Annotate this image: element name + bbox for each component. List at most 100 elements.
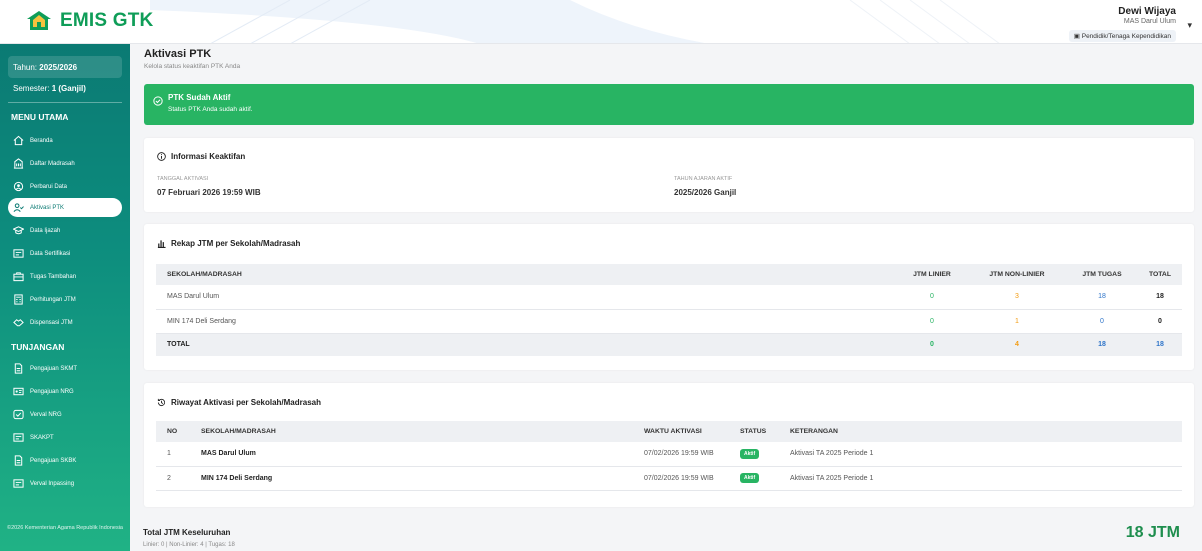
certificate-icon [13, 479, 24, 488]
cell-linier: 0 [895, 285, 968, 310]
col-time: WAKTU AKTIVASI [633, 421, 729, 442]
cell-total: 0 [1137, 309, 1182, 334]
sidebar-item-skakpt[interactable]: SKAKPT [8, 428, 122, 447]
col-note: KETERANGAN [779, 421, 1182, 442]
summary-total-value: 18 JTM [1125, 524, 1180, 541]
user-menu[interactable]: Dewi Wijaya MAS Darul Ulum ▣ Pendidik/Te… [1068, 6, 1192, 43]
info-title-text: Informasi Keaktifan [171, 152, 246, 161]
app-logo[interactable]: EMIS GTK [26, 10, 153, 32]
header-decoration [150, 0, 1000, 43]
cell-time: 07/02/2026 19:59 WIB [633, 466, 729, 491]
semester: Semester: 1 (Ganjil) [8, 80, 122, 100]
riwayat-card-title: Riwayat Aktivasi per Sekolah/Madrasah [157, 398, 321, 407]
cell-non-linier: 1 [967, 309, 1066, 334]
academic-year: Tahun: 2025/2026 [8, 56, 122, 78]
alert-description: Status PTK Anda sudah aktif. [168, 106, 253, 113]
sidebar-item-label: Perhitungan JTM [30, 296, 76, 303]
rekap-card: Rekap JTM per Sekolah/Madrasah SEKOLAH/M… [144, 224, 1194, 370]
year-label: Tahun: [13, 63, 38, 72]
col-status: STATUS [729, 421, 779, 442]
document-icon [14, 455, 23, 466]
cell-school: MAS Darul Ulum [156, 285, 896, 310]
sidebar-item-aktivasi-ptk[interactable]: Aktivasi PTK [8, 198, 122, 217]
check-circle-icon [153, 96, 163, 106]
calculator-icon [14, 294, 23, 305]
cell-status: Aktif [729, 466, 779, 491]
table-header-row: NO SEKOLAH/MADRASAH WAKTU AKTIVASI STATU… [156, 421, 1182, 442]
status-badge: Aktif [740, 473, 760, 483]
sidebar-item-data-sertifikasi[interactable]: Data Sertifikasi [8, 244, 122, 263]
sidebar-item-label: Pengajuan NRG [30, 388, 74, 395]
academic-year-value: 2025/2026 Ganjil [674, 188, 737, 197]
sidebar-item-label: Pengajuan SKMT [30, 365, 78, 372]
table-row: 2 MIN 174 Deli Serdang 07/02/2026 19:59 … [156, 466, 1182, 491]
sidebar-item-data-ijazah[interactable]: Data Ijazah [8, 221, 122, 240]
total-tugas: 18 [1065, 333, 1138, 356]
col-school: SEKOLAH/MADRASAH [156, 264, 896, 285]
sidebar-item-label: Data Sertifikasi [30, 250, 71, 257]
sidebar-item-label: Pengajuan SKBK [30, 457, 77, 464]
rekap-card-title: Rekap JTM per Sekolah/Madrasah [157, 239, 300, 248]
graduation-cap-icon [13, 226, 24, 235]
id-card-icon [13, 387, 24, 396]
page-title: Aktivasi PTK [144, 48, 212, 60]
total-total: 18 [1137, 333, 1182, 356]
sidebar-item-pengajuan-skmt[interactable]: Pengajuan SKMT [8, 359, 122, 378]
sidebar-item-dispensasi-jtm[interactable]: Dispensasi JTM [8, 313, 122, 332]
sidebar-item-label: Verval NRG [30, 411, 62, 418]
sidebar: Tahun: 2025/2026 Semester: 1 (Ganjil) ME… [0, 44, 130, 551]
summary-title: Total JTM Keseluruhan [143, 528, 231, 537]
document-icon [14, 363, 23, 374]
user-role-badge: ▣ Pendidik/Tenaga Kependidikan [1068, 30, 1176, 42]
status-badge: Aktif [740, 448, 760, 459]
sidebar-item-perbarui-data[interactable]: Perbarui Data [8, 177, 122, 196]
academic-year-label: TAHUN AJARAN AKTIF [674, 176, 733, 182]
chevron-down-icon[interactable]: ▾ [1187, 20, 1192, 31]
handshake-icon [13, 319, 24, 327]
table-row: 1 MAS Darul Ulum 07/02/2026 19:59 WIB Ak… [156, 442, 1182, 467]
rekap-title-text: Rekap JTM per Sekolah/Madrasah [171, 239, 301, 248]
cell-school: MAS Darul Ulum [190, 442, 633, 467]
total-non-linier: 4 [967, 333, 1066, 356]
col-no: NO [156, 421, 190, 442]
user-gear-icon [13, 181, 24, 192]
sidebar-item-beranda[interactable]: Beranda [8, 131, 122, 150]
rekap-table: SEKOLAH/MADRASAH JTM LINIER JTM NON-LINI… [156, 264, 1182, 356]
sidebar-item-label: Aktivasi PTK [30, 204, 65, 211]
col-jtm-non-linier: JTM NON-LINIER [967, 264, 1066, 285]
semester-value: 1 (Ganjil) [51, 84, 86, 93]
building-icon [13, 158, 24, 169]
table-row: MIN 174 Deli Serdang 0 1 0 0 [156, 309, 1182, 334]
sidebar-item-verval-nrg[interactable]: Verval NRG [8, 405, 122, 424]
riwayat-card: Riwayat Aktivasi per Sekolah/Madrasah NO… [144, 383, 1194, 507]
sidebar-item-perhitungan-jtm[interactable]: Perhitungan JTM [8, 290, 122, 309]
riwayat-title-text: Riwayat Aktivasi per Sekolah/Madrasah [171, 398, 321, 407]
table-row: MAS Darul Ulum 0 3 18 18 [156, 285, 1182, 310]
sidebar-item-pengajuan-nrg[interactable]: Pengajuan NRG [8, 382, 122, 401]
cell-non-linier: 3 [967, 285, 1066, 310]
sidebar-footer: ©2026 Kementerian Agama Republik Indones… [7, 525, 123, 531]
cell-tugas: 18 [1065, 285, 1138, 310]
cell-school: MIN 174 Deli Serdang [156, 309, 896, 334]
certificate-icon [13, 433, 24, 442]
col-school: SEKOLAH/MADRASAH [190, 421, 633, 442]
cell-note: Aktivasi TA 2025 Periode 1 [779, 466, 1182, 491]
sidebar-item-label: Verval Inpassing [30, 480, 75, 487]
col-total: TOTAL [1137, 264, 1182, 285]
sidebar-item-label: Daftar Madrasah [30, 160, 75, 167]
sidebar-item-label: Beranda [30, 137, 53, 144]
history-icon [157, 398, 166, 407]
top-header: EMIS GTK Dewi Wijaya MAS Darul Ulum ▣ Pe… [0, 0, 1202, 44]
sidebar-item-pengajuan-skbk[interactable]: Pengajuan SKBK [8, 451, 122, 470]
total-label: TOTAL [156, 333, 896, 356]
emis-logo-icon [27, 11, 51, 30]
main-menu-heading: MENU UTAMA [11, 112, 69, 122]
sidebar-item-label: Tugas Tambahan [30, 273, 77, 280]
info-card: Informasi Keaktifan TANGGAL AKTIVASI 07 … [144, 138, 1194, 212]
summary-subtitle: Linier: 0 | Non-Linier: 4 | Tugas: 18 [143, 542, 235, 548]
sidebar-item-daftar-madrasah[interactable]: Daftar Madrasah [8, 154, 122, 173]
sidebar-item-verval-inpassing[interactable]: Verval Inpassing [8, 474, 122, 493]
activation-date-value: 07 Februari 2026 19:59 WIB [157, 188, 261, 197]
alert-title: PTK Sudah Aktif [168, 93, 231, 102]
sidebar-item-tugas-tambahan[interactable]: Tugas Tambahan [8, 267, 122, 286]
